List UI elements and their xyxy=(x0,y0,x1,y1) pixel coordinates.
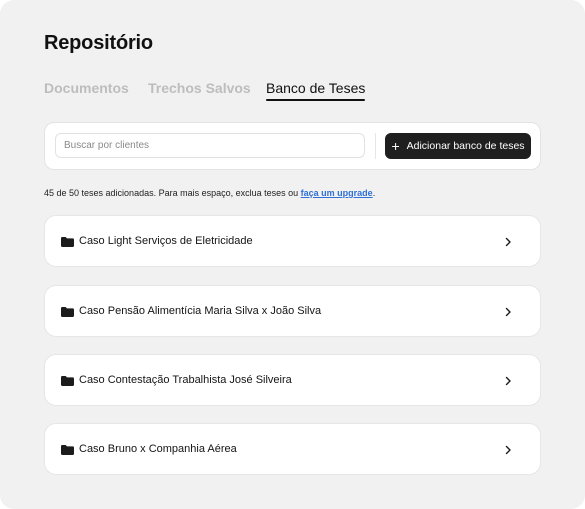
usage-suffix: . xyxy=(372,188,376,198)
tab-banco-de-teses[interactable]: Banco de Teses xyxy=(266,80,366,101)
chevron-right-icon xyxy=(505,376,511,386)
toolbar-divider xyxy=(375,133,376,159)
case-label: Caso Light Serviços de Eletricidade xyxy=(79,235,253,247)
search-input[interactable] xyxy=(55,133,365,158)
tab-documentos[interactable]: Documentos xyxy=(44,80,129,96)
folder-icon xyxy=(61,307,74,317)
folder-icon xyxy=(61,237,74,247)
chevron-right-icon xyxy=(505,307,511,317)
repository-panel: Repositório Documentos Trechos Salvos Ba… xyxy=(0,0,585,509)
case-label: Caso Contestação Trabalhista José Silvei… xyxy=(79,374,292,386)
toolbar: + Adicionar banco de teses xyxy=(44,122,541,170)
folder-icon xyxy=(61,445,74,455)
case-label: Caso Bruno x Companhia Aérea xyxy=(79,443,237,455)
case-item[interactable]: Caso Contestação Trabalhista José Silvei… xyxy=(44,354,541,406)
tab-trechos-salvos[interactable]: Trechos Salvos xyxy=(148,80,251,96)
add-button-label: Adicionar banco de teses xyxy=(406,140,525,152)
chevron-right-icon xyxy=(505,237,511,247)
upgrade-link[interactable]: faça um upgrade xyxy=(301,188,373,198)
case-label: Caso Pensão Alimentícia Maria Silva x Jo… xyxy=(79,305,322,317)
case-item[interactable]: Caso Light Serviços de Eletricidade xyxy=(44,215,541,267)
chevron-right-icon xyxy=(505,445,511,455)
case-item[interactable]: Caso Bruno x Companhia Aérea xyxy=(44,423,541,475)
page-title: Repositório xyxy=(44,32,153,54)
plus-icon: + xyxy=(391,137,400,154)
usage-text: 45 de 50 teses adicionadas. Para mais es… xyxy=(44,188,301,198)
case-item[interactable]: Caso Pensão Alimentícia Maria Silva x Jo… xyxy=(44,285,541,337)
usage-info: 45 de 50 teses adicionadas. Para mais es… xyxy=(44,188,375,198)
folder-icon xyxy=(61,376,74,386)
add-thesis-bank-button[interactable]: + Adicionar banco de teses xyxy=(385,133,531,159)
